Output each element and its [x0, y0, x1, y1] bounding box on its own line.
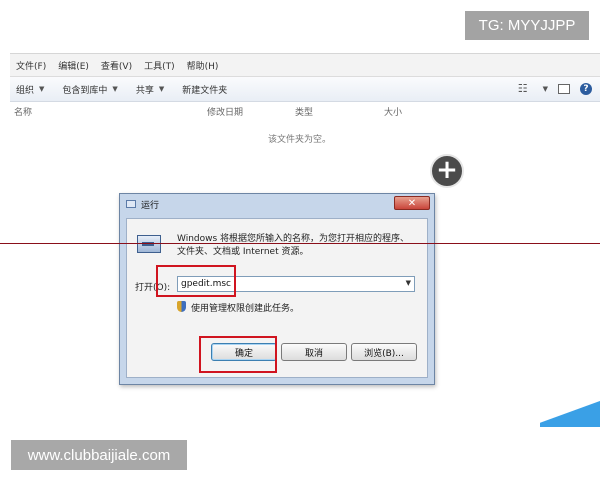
- red-guide-line: [0, 243, 600, 244]
- organize-label: 组织: [16, 85, 35, 96]
- column-modified[interactable]: 修改日期: [207, 105, 243, 118]
- new-folder-label: 新建文件夹: [182, 85, 228, 96]
- preview-pane-icon[interactable]: [558, 83, 570, 94]
- plus-icon[interactable]: +: [430, 154, 464, 188]
- help-icon[interactable]: ?: [580, 82, 592, 95]
- chevron-down-icon: ▼: [39, 85, 45, 93]
- column-name[interactable]: 名称: [14, 105, 32, 118]
- dialog-title: 运行: [141, 200, 160, 211]
- share-button[interactable]: 共享 ▼: [136, 83, 164, 96]
- corner-decoration: [540, 394, 600, 427]
- browse-button[interactable]: 浏览(B)...: [351, 343, 417, 361]
- close-button[interactable]: ✕: [394, 196, 430, 210]
- menu-view[interactable]: 查看(V): [101, 59, 132, 72]
- view-options-icon[interactable]: ☷: [518, 82, 528, 95]
- organize-button[interactable]: 组织 ▼: [16, 83, 44, 96]
- include-label: 包含到库中: [62, 85, 108, 96]
- column-size[interactable]: 大小: [384, 105, 402, 118]
- column-type[interactable]: 类型: [295, 105, 313, 118]
- highlight-ok-button: [199, 336, 277, 373]
- menu-tools[interactable]: 工具(T): [144, 59, 175, 72]
- menu-help[interactable]: 帮助(H): [187, 59, 219, 72]
- new-folder-button[interactable]: 新建文件夹: [182, 83, 227, 96]
- dialog-titlebar: 运行 ✕: [120, 194, 434, 214]
- chevron-down-icon: ▼: [158, 85, 165, 93]
- site-watermark: www.clubbaijiale.com: [11, 440, 187, 470]
- column-headers: 名称 修改日期 类型 大小: [10, 102, 600, 118]
- run-title-icon: [126, 200, 136, 208]
- include-in-library-button[interactable]: 包含到库中 ▼: [62, 83, 117, 96]
- menu-edit[interactable]: 编辑(E): [58, 59, 89, 72]
- chevron-down-icon[interactable]: ▼: [543, 85, 548, 93]
- shield-icon: [177, 301, 186, 312]
- command-bar: 组织 ▼ 包含到库中 ▼ 共享 ▼ 新建文件夹 ☷ ▼ ?: [10, 77, 600, 102]
- cancel-button[interactable]: 取消: [281, 343, 347, 361]
- run-program-icon: [137, 235, 161, 253]
- highlight-command-input: [156, 265, 236, 297]
- share-label: 共享: [135, 85, 154, 96]
- dialog-body: Windows 将根据您所输入的名称，为您打开相应的程序、文件夹、文档或 Int…: [126, 218, 428, 378]
- empty-folder-message: 该文件夹为空。: [268, 135, 332, 145]
- tg-watermark: TG: MYYJJPP: [465, 11, 589, 40]
- menu-file[interactable]: 文件(F): [16, 59, 46, 72]
- chevron-down-icon: ▼: [112, 85, 118, 93]
- toolbar-right: ☷ ▼ ?: [518, 82, 592, 95]
- dropdown-arrow-icon[interactable]: ▼: [406, 279, 411, 287]
- dialog-description: Windows 将根据您所输入的名称，为您打开相应的程序、文件夹、文档或 Int…: [177, 234, 410, 257]
- admin-note: 使用管理权限创建此任务。: [191, 304, 300, 314]
- menu-bar: 文件(F) 编辑(E) 查看(V) 工具(T) 帮助(H): [10, 54, 600, 77]
